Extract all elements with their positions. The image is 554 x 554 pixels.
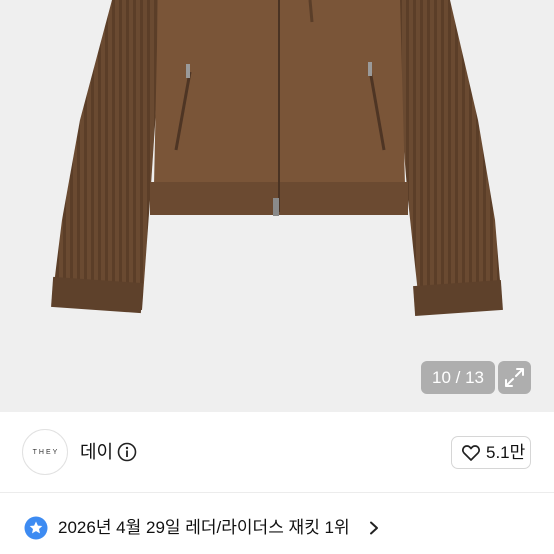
expand-icon xyxy=(505,368,524,387)
ranking-link[interactable]: 2026년 4월 29일 레더/라이더스 재킷 1위 xyxy=(0,493,554,554)
seller-logo-text: THEY xyxy=(32,449,60,456)
image-counter: 10 / 13 xyxy=(421,361,495,394)
like-button[interactable]: 5.1만 xyxy=(451,436,531,469)
seller-section: THEY 데이 5.1만 xyxy=(0,412,554,492)
expand-button[interactable] xyxy=(498,361,531,394)
product-image-gallery[interactable]: 10 / 13 xyxy=(0,0,554,412)
heart-icon xyxy=(462,445,480,461)
seller-name[interactable]: 데이 xyxy=(80,440,113,464)
seller-avatar[interactable]: THEY xyxy=(22,429,68,475)
info-icon[interactable] xyxy=(117,442,137,462)
like-count: 5.1만 xyxy=(486,443,526,462)
chevron-right-icon xyxy=(370,521,378,535)
star-badge-icon xyxy=(24,516,48,540)
ranking-text: 2026년 4월 29일 레더/라이더스 재킷 1위 xyxy=(58,518,350,537)
product-photo-jacket xyxy=(51,0,503,317)
